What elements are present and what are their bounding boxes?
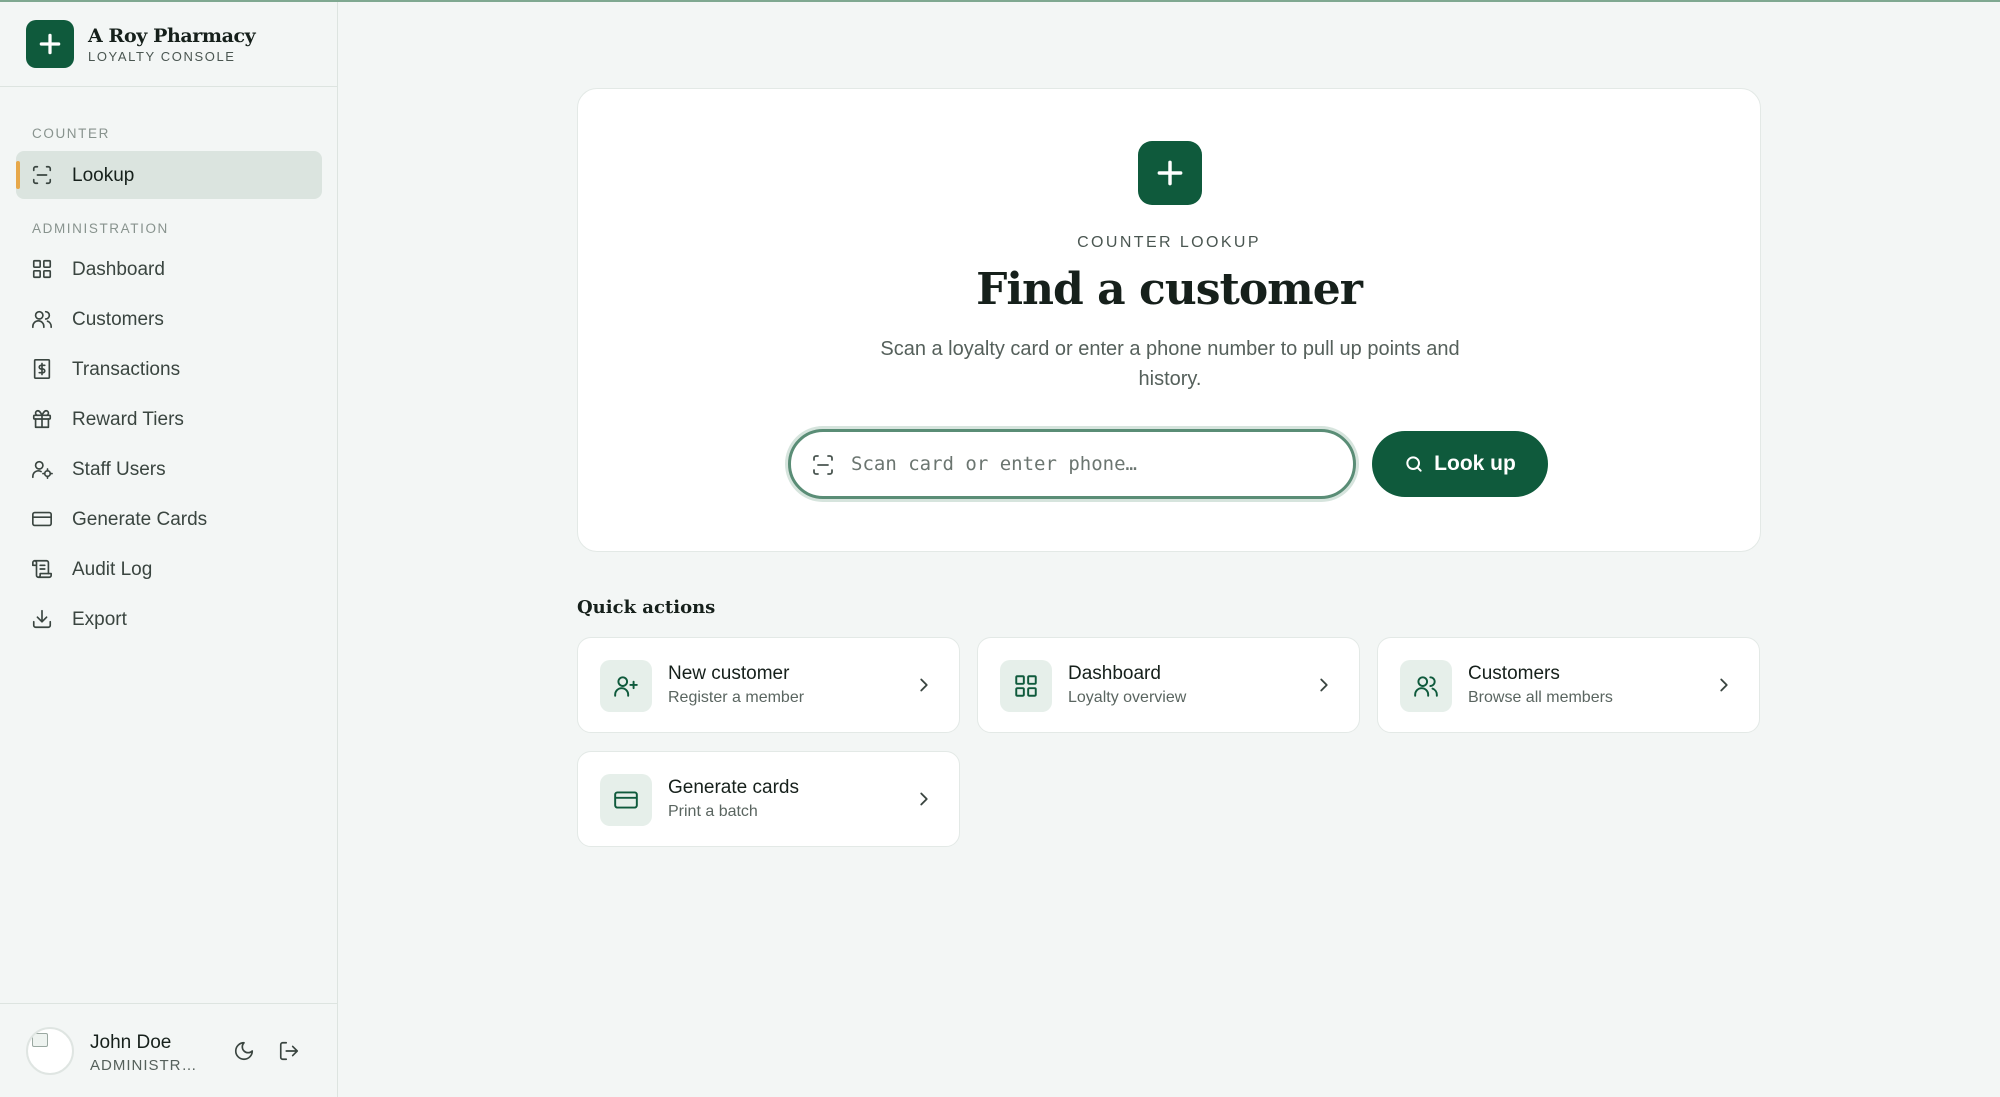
quick-actions-heading: Quick actions bbox=[577, 597, 716, 618]
search-input[interactable] bbox=[851, 444, 1331, 484]
grid-icon bbox=[31, 258, 53, 280]
sidebar-item-reward-tiers[interactable]: Reward Tiers bbox=[16, 395, 322, 443]
grid-icon bbox=[1000, 660, 1052, 712]
search-box[interactable] bbox=[788, 429, 1356, 499]
download-icon bbox=[31, 608, 53, 630]
brand-header: A Roy Pharmacy LOYALTY CONSOLE bbox=[0, 2, 337, 87]
page-description: Scan a loyalty card or enter a phone num… bbox=[880, 338, 1460, 390]
brand-subtitle: LOYALTY CONSOLE bbox=[88, 49, 236, 64]
quick-action-subtitle: Print a batch bbox=[668, 803, 758, 820]
credit-card-icon bbox=[31, 508, 53, 530]
quick-action-title: Customers bbox=[1468, 663, 1560, 684]
chevron-right-icon bbox=[913, 788, 935, 810]
user-area: John Doe ADMINISTRATOR bbox=[0, 1003, 337, 1097]
logout-icon[interactable] bbox=[278, 1040, 302, 1064]
plus-logo-icon bbox=[1138, 141, 1202, 205]
sidebar-item-export[interactable]: Export bbox=[16, 595, 322, 643]
quick-action-title: Dashboard bbox=[1068, 663, 1161, 684]
credit-card-icon bbox=[600, 774, 652, 826]
sidebar-item-customers[interactable]: Customers bbox=[16, 295, 322, 343]
sidebar-item-label: Reward Tiers bbox=[72, 409, 184, 430]
plus-logo-icon bbox=[26, 20, 74, 68]
lookup-button[interactable]: Look up bbox=[1372, 431, 1548, 497]
sidebar-item-label: Customers bbox=[72, 309, 164, 330]
moon-icon[interactable] bbox=[233, 1040, 257, 1064]
scan-icon bbox=[31, 164, 53, 186]
avatar[interactable] bbox=[26, 1027, 74, 1075]
quick-action-generate-cards[interactable]: Generate cards Print a batch bbox=[577, 751, 960, 847]
search-icon bbox=[1404, 454, 1424, 474]
sidebar-item-audit-log[interactable]: Audit Log bbox=[16, 545, 322, 593]
lookup-card: COUNTER LOOKUP Find a customer Scan a lo… bbox=[577, 88, 1761, 552]
quick-action-title: New customer bbox=[668, 663, 790, 684]
brand-name: A Roy Pharmacy bbox=[88, 25, 256, 47]
quick-action-customers[interactable]: Customers Browse all members bbox=[1377, 637, 1760, 733]
sidebar-item-label: Dashboard bbox=[72, 259, 165, 280]
sidebar-item-lookup[interactable]: Lookup bbox=[16, 151, 322, 199]
user-name: John Doe bbox=[90, 1032, 172, 1053]
sidebar: A Roy Pharmacy LOYALTY CONSOLE COUNTER L… bbox=[0, 2, 338, 1097]
sidebar-item-label: Generate Cards bbox=[72, 509, 208, 530]
chevron-right-icon bbox=[1713, 674, 1735, 696]
scan-icon bbox=[811, 453, 835, 477]
quick-action-title: Generate cards bbox=[668, 777, 799, 798]
quick-action-dashboard[interactable]: Dashboard Loyalty overview bbox=[977, 637, 1360, 733]
sidebar-item-staff-users[interactable]: Staff Users bbox=[16, 445, 322, 493]
chevron-right-icon bbox=[1313, 674, 1335, 696]
chevron-right-icon bbox=[913, 674, 935, 696]
sidebar-item-transactions[interactable]: Transactions bbox=[16, 345, 322, 393]
receipt-icon bbox=[31, 358, 53, 380]
user-gear-icon bbox=[31, 458, 53, 480]
user-plus-icon bbox=[600, 660, 652, 712]
sidebar-item-label: Audit Log bbox=[72, 559, 153, 580]
section-label-counter: COUNTER bbox=[32, 126, 110, 141]
sidebar-item-label: Transactions bbox=[72, 359, 181, 380]
sidebar-item-label: Export bbox=[72, 609, 127, 630]
sidebar-item-label: Lookup bbox=[72, 165, 135, 186]
quick-action-new-customer[interactable]: New customer Register a member bbox=[577, 637, 960, 733]
sidebar-item-generate-cards[interactable]: Generate Cards bbox=[16, 495, 322, 543]
section-label-administration: ADMINISTRATION bbox=[32, 221, 169, 236]
lookup-button-label: Look up bbox=[1434, 452, 1516, 475]
users-icon bbox=[1400, 660, 1452, 712]
users-icon bbox=[31, 308, 53, 330]
page-title: Find a customer bbox=[976, 264, 1363, 315]
quick-action-subtitle: Register a member bbox=[668, 689, 805, 706]
sidebar-item-dashboard[interactable]: Dashboard bbox=[16, 245, 322, 293]
scroll-icon bbox=[31, 558, 53, 580]
quick-action-subtitle: Browse all members bbox=[1468, 689, 1613, 706]
eyebrow-label: COUNTER LOOKUP bbox=[1077, 234, 1261, 251]
user-role: ADMINISTRATOR bbox=[90, 1057, 202, 1074]
gift-icon bbox=[31, 408, 53, 430]
quick-action-subtitle: Loyalty overview bbox=[1068, 689, 1187, 706]
sidebar-item-label: Staff Users bbox=[72, 459, 166, 480]
